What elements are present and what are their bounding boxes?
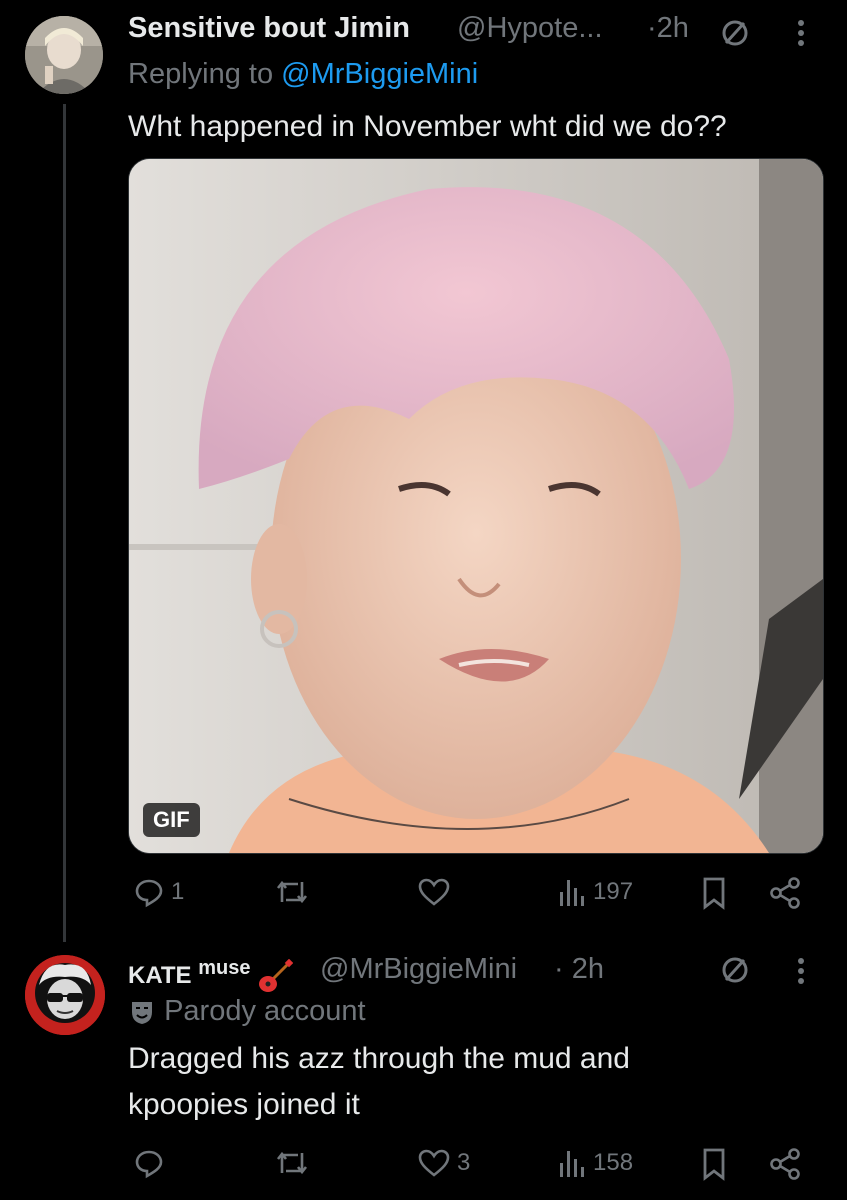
repost-icon bbox=[276, 1151, 308, 1175]
replying-to-handle-link[interactable]: @MrBiggieMini bbox=[281, 58, 478, 90]
like-button[interactable]: 3 bbox=[417, 1147, 470, 1179]
view-count: 197 bbox=[593, 878, 634, 905]
no-sign-icon bbox=[720, 955, 750, 990]
share-icon bbox=[770, 877, 800, 909]
display-name[interactable]: KATE muse bbox=[128, 957, 294, 995]
reply-icon bbox=[135, 879, 163, 908]
display-name[interactable]: Sensitive bout Jimin bbox=[128, 12, 410, 45]
like-icon bbox=[418, 1149, 450, 1177]
parody-label: Parody account bbox=[128, 995, 366, 1028]
guitar-emoji-icon bbox=[259, 958, 294, 992]
timestamp[interactable]: ·2h bbox=[647, 12, 689, 45]
timestamp[interactable]: · 2h bbox=[554, 953, 604, 986]
tweet-text: Wht happened in November wht did we do?? bbox=[128, 110, 727, 143]
share-button[interactable] bbox=[768, 876, 802, 910]
view-count: 158 bbox=[593, 1149, 634, 1176]
like-button[interactable] bbox=[417, 876, 451, 908]
parody-mask-icon bbox=[132, 1002, 152, 1025]
avatar[interactable] bbox=[25, 16, 103, 94]
bookmark-button[interactable] bbox=[700, 876, 728, 910]
handle[interactable]: @MrBiggieMini bbox=[320, 953, 517, 986]
no-sign-icon bbox=[720, 18, 750, 53]
views-icon bbox=[560, 1151, 584, 1177]
repost-button[interactable] bbox=[274, 876, 310, 908]
more-vertical-icon[interactable] bbox=[794, 956, 808, 991]
tweet-text-line-1: Dragged his azz through the mud and bbox=[128, 1042, 630, 1075]
replying-prefix: Replying to bbox=[128, 58, 274, 90]
gif-frame-illustration bbox=[129, 159, 823, 853]
more-vertical-icon[interactable] bbox=[794, 18, 808, 53]
replying-to: Replying to @MrBiggieMini bbox=[128, 58, 478, 91]
bookmark-icon bbox=[703, 877, 725, 910]
bookmark-button[interactable] bbox=[700, 1147, 728, 1181]
repost-button[interactable] bbox=[274, 1147, 310, 1179]
views-button[interactable]: 197 bbox=[557, 876, 633, 908]
avatar[interactable] bbox=[25, 955, 105, 1035]
reply-icon bbox=[135, 1150, 163, 1179]
share-icon bbox=[770, 1148, 800, 1180]
gif-media[interactable]: GIF bbox=[128, 158, 824, 854]
share-button[interactable] bbox=[768, 1147, 802, 1181]
gif-badge: GIF bbox=[143, 803, 200, 837]
bookmark-icon bbox=[703, 1148, 725, 1181]
views-button[interactable]: 158 bbox=[557, 1147, 633, 1179]
like-count: 3 bbox=[457, 1149, 471, 1176]
repost-icon bbox=[276, 880, 308, 904]
handle[interactable]: @Hypote... bbox=[457, 12, 603, 45]
display-name-main: KATE bbox=[128, 962, 192, 989]
reply-count: 1 bbox=[171, 878, 185, 905]
parody-label-text: Parody account bbox=[164, 995, 366, 1027]
like-icon bbox=[418, 878, 450, 906]
thread-connector-line bbox=[63, 104, 66, 942]
reply-button[interactable] bbox=[133, 1147, 165, 1179]
reply-button[interactable]: 1 bbox=[133, 876, 184, 908]
display-name-suffix: muse bbox=[198, 957, 251, 979]
tweet-text-line-2: kpoopies joined it bbox=[128, 1088, 360, 1121]
views-icon bbox=[560, 880, 584, 906]
